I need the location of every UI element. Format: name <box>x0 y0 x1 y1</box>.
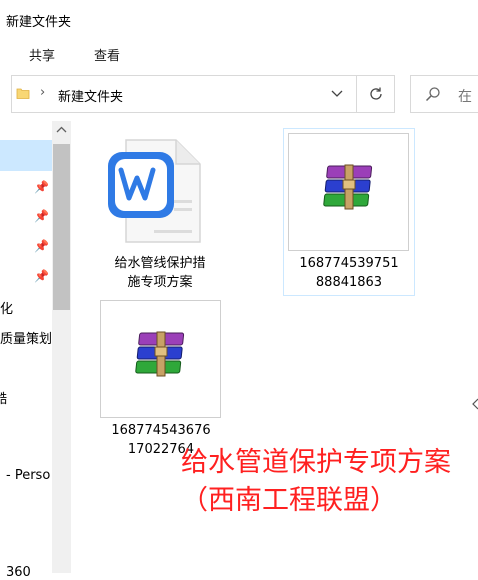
nav-item[interactable]: 质量策划 <box>0 328 52 347</box>
nav-item[interactable]: 化 <box>0 298 13 317</box>
tab-share[interactable]: 共享 <box>29 45 55 64</box>
nav-item[interactable]: - Perso <box>6 468 50 483</box>
search-icon <box>425 87 440 102</box>
nav-selected-highlight <box>0 140 52 171</box>
chevron-left-icon[interactable] <box>472 398 478 410</box>
scroll-up-icon[interactable] <box>56 126 67 134</box>
rar-archive-icon <box>135 331 185 377</box>
file-name: 168774539751 88841863 <box>299 256 399 290</box>
tab-view[interactable]: 查看 <box>94 45 120 64</box>
folder-icon <box>16 88 30 99</box>
chevron-down-icon[interactable] <box>331 89 343 99</box>
file-name: 给水管线保护措 施专项方案 <box>114 256 206 290</box>
pin-icon: 📌 <box>34 239 49 253</box>
breadcrumb-chevron-icon[interactable]: › <box>40 85 45 100</box>
window-title: 新建文件夹 <box>6 15 72 30</box>
pin-icon: 📌 <box>34 209 49 223</box>
overlay-caption: 给水管道保护专项方案（西南工程联盟） <box>181 447 451 516</box>
rar-archive-icon <box>323 164 373 210</box>
refresh-icon[interactable] <box>368 86 384 102</box>
search-placeholder: 在 <box>458 89 472 105</box>
breadcrumb-current[interactable]: 新建文件夹 <box>58 86 123 105</box>
pin-icon: 📌 <box>34 180 49 194</box>
nav-scrollbar-thumb[interactable] <box>53 144 70 310</box>
nav-item[interactable]: 酷 <box>0 388 7 407</box>
pin-icon: 📌 <box>34 269 49 283</box>
wps-document-icon <box>108 139 201 243</box>
